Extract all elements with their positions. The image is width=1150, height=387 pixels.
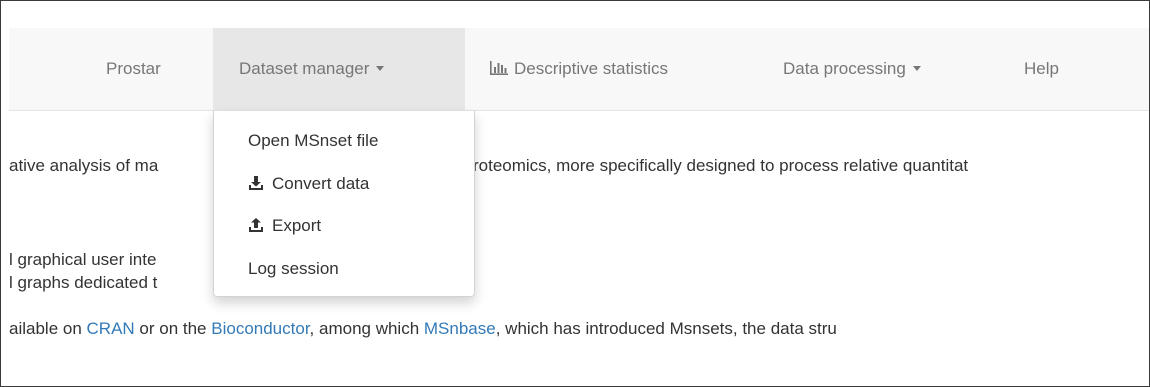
link-bioconductor[interactable]: Bioconductor <box>211 319 309 338</box>
text-fragment: , among which <box>309 319 424 338</box>
app-window: Prostar Dataset manager Descriptive stat… <box>0 0 1150 387</box>
nav-item-dataset-manager[interactable]: Dataset manager <box>213 28 465 110</box>
menu-item-export[interactable]: Export <box>248 216 321 236</box>
caret-down-icon <box>912 66 921 72</box>
main-content: ative analysis of ma roteomics, more spe… <box>1 111 1149 386</box>
nav-item-label: Prostar <box>106 59 161 78</box>
text-fragment: , which has introduced Msnsets, the data… <box>495 319 837 338</box>
text-fragment: ative analysis of ma <box>9 156 159 175</box>
nav-item-prostar[interactable]: Prostar <box>89 28 178 110</box>
download-icon <box>249 176 263 191</box>
text-fragment: or on the <box>134 319 212 338</box>
nav-item-label: Help <box>1024 59 1059 78</box>
menu-item-label: Export <box>272 216 322 235</box>
caret-down-icon <box>376 66 385 72</box>
dataset-manager-dropdown: Open MSnset file Convert data Export Log… <box>213 111 475 297</box>
nav-item-label: Data processing <box>783 59 906 78</box>
link-cran[interactable]: CRAN <box>87 319 135 338</box>
feature-item-2: l graphs dedicated t <box>9 273 157 293</box>
menu-item-open-msnset[interactable]: Open MSnset file <box>248 131 378 151</box>
intro-paragraph: ative analysis of ma <box>9 156 158 176</box>
navbar: Prostar Dataset manager Descriptive stat… <box>9 28 1149 111</box>
menu-item-label: Log session <box>248 259 339 278</box>
text-fragment: ailable on <box>9 319 87 338</box>
link-msnbase[interactable]: MSnbase <box>424 319 496 338</box>
intro-paragraph-continued: roteomics, more specifically designed to… <box>473 156 968 176</box>
nav-item-data-processing[interactable]: Data processing <box>783 28 921 110</box>
nav-item-label: Descriptive statistics <box>514 59 668 78</box>
menu-item-label: Open MSnset file <box>248 131 379 150</box>
feature-item-1: l graphical user inte <box>9 250 156 270</box>
menu-item-log-session[interactable]: Log session <box>248 259 339 279</box>
bar-chart-icon <box>490 61 508 76</box>
menu-item-convert-data[interactable]: Convert data <box>248 174 369 194</box>
nav-item-label: Dataset manager <box>239 59 370 78</box>
upload-icon <box>249 218 263 233</box>
nav-item-help[interactable]: Help <box>1024 28 1059 110</box>
nav-item-descriptive-statistics[interactable]: Descriptive statistics <box>490 28 668 110</box>
dependencies-paragraph: ailable on CRAN or on the Bioconductor, … <box>9 319 837 339</box>
text-fragment: l graphs dedicated t <box>9 273 158 292</box>
text-fragment: roteomics, more specifically designed to… <box>473 156 969 175</box>
menu-item-label: Convert data <box>272 174 370 193</box>
text-fragment: l graphical user inte <box>9 250 157 269</box>
